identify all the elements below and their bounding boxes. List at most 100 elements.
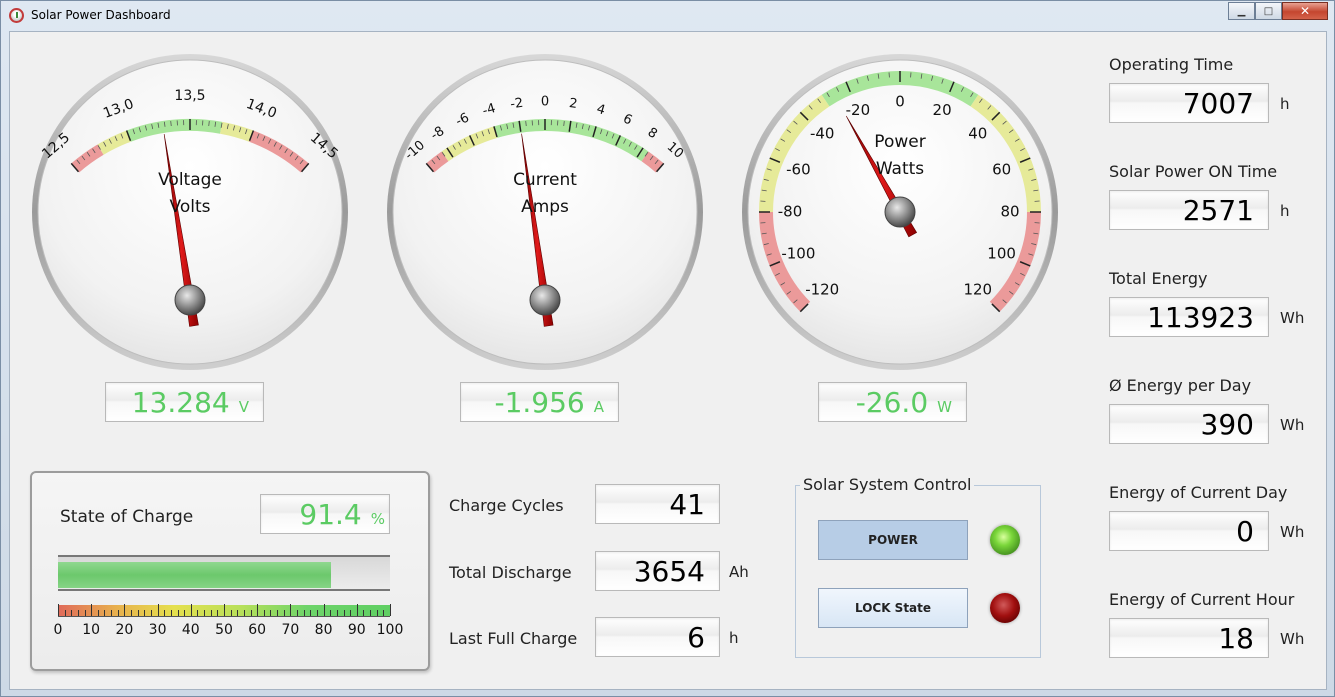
soc-scale-tick	[356, 604, 358, 616]
soc-scale-tick	[197, 610, 199, 616]
last-full-charge-unit: h	[729, 629, 739, 647]
window-controls: ▁ □ ✕	[1228, 2, 1328, 20]
last-full-charge-value: 6	[687, 620, 705, 654]
power-gauge-tick-label-7: 20	[933, 101, 952, 119]
current-value: -1.956	[494, 385, 585, 419]
state-of-charge-value: 91.4	[299, 497, 362, 531]
soc-scale-label: 70	[281, 622, 300, 638]
voltage-gauge-minor-tick-17	[170, 120, 172, 127]
soc-scale-tick	[64, 610, 66, 616]
soc-scale-tick	[58, 604, 59, 616]
total-energy-display: 113923	[1109, 297, 1269, 337]
current-gauge-minor-tick-17	[525, 120, 527, 127]
soc-scale-tick	[84, 610, 86, 616]
soc-scale-label: 10	[82, 622, 101, 638]
soc-scale-tick	[170, 610, 172, 616]
soc-scale-tick	[131, 610, 133, 616]
energy-current-day-value: 0	[1236, 514, 1254, 548]
soc-scale-label: 0	[53, 622, 63, 638]
solar-on-time-display: 2571	[1109, 190, 1269, 230]
solar-on-time-label: Solar Power ON Time	[1109, 162, 1278, 181]
solar-app-icon	[9, 8, 24, 23]
soc-scale-label: 100	[376, 622, 404, 638]
soc-scale-tick	[184, 610, 186, 616]
current-gauge-title: Current	[513, 170, 577, 190]
soc-scale-tick	[263, 610, 265, 616]
energy-current-hour-unit: Wh	[1280, 630, 1305, 648]
title-bar[interactable]: Solar Power Dashboard ▁ □ ✕	[1, 1, 1334, 31]
voltage-unit: V	[238, 398, 249, 416]
soc-scale-tick	[117, 610, 119, 616]
soc-scale-tick	[310, 610, 312, 616]
power-gauge: -120 -100 -80 -60 -40 -20 0 20 40 60 80 100 120	[742, 54, 1058, 370]
soc-scale-tick	[350, 610, 352, 616]
power-display: -26.0 W	[818, 382, 967, 422]
energy-current-hour-label: Energy of Current Hour	[1109, 590, 1295, 609]
state-of-charge-bar	[58, 555, 390, 591]
soc-scale-tick	[124, 604, 126, 616]
soc-scale-label: 30	[148, 622, 167, 638]
last-full-charge-label: Last Full Charge	[449, 629, 578, 648]
voltage-gauge-title: Voltage	[158, 170, 222, 190]
state-of-charge-label: State of Charge	[60, 507, 194, 527]
voltage-value: 13.284	[131, 385, 230, 419]
charge-cycles-label: Charge Cycles	[449, 496, 564, 515]
current-gauge-unit-label: Amps	[521, 197, 569, 217]
state-of-charge-scale	[58, 604, 391, 617]
state-of-charge-display: 91.4 %	[260, 494, 390, 534]
last-full-charge-display: 6	[595, 617, 720, 657]
voltage-display: 13.284 V	[105, 382, 264, 422]
power-gauge-tick-label-9: 60	[992, 160, 1011, 178]
power-gauge-tick-label-6: 0	[895, 93, 905, 111]
solar-system-control-group: Solar System Control POWER LOCK State	[795, 475, 1041, 658]
soc-scale-tick	[323, 604, 325, 616]
charge-cycles-value: 41	[669, 487, 705, 521]
power-gauge-hub	[884, 196, 916, 228]
total-energy-unit: Wh	[1280, 309, 1305, 327]
voltage-gauge-minor-tick-23	[208, 120, 210, 127]
lock-state-button[interactable]: LOCK State	[818, 588, 968, 628]
soc-scale-tick	[237, 610, 239, 616]
minimize-button[interactable]: ▁	[1228, 2, 1255, 20]
state-of-charge-unit: %	[370, 510, 385, 528]
total-discharge-value: 3654	[633, 554, 705, 588]
soc-scale-tick	[157, 604, 159, 616]
energy-current-hour-value: 18	[1218, 621, 1254, 655]
energy-per-day-display: 390	[1109, 404, 1269, 444]
soc-scale-tick	[303, 610, 305, 616]
power-gauge-tick-label-11: 100	[987, 245, 1016, 263]
energy-per-day-unit: Wh	[1280, 416, 1305, 434]
power-button[interactable]: POWER	[818, 520, 968, 560]
soc-scale-tick	[111, 610, 113, 616]
solar-on-time-unit: h	[1280, 202, 1290, 220]
energy-per-day-value: 390	[1200, 407, 1254, 441]
soc-scale-tick	[91, 604, 93, 616]
energy-current-day-label: Energy of Current Day	[1109, 483, 1288, 502]
close-button[interactable]: ✕	[1282, 2, 1328, 20]
soc-scale-label: 40	[181, 622, 200, 638]
maximize-button[interactable]: □	[1255, 2, 1282, 20]
soc-scale-tick	[137, 610, 139, 616]
power-gauge-tick-label-10: 80	[1000, 203, 1019, 221]
soc-scale-tick	[224, 604, 225, 616]
current-gauge-minor-tick-23	[563, 120, 565, 127]
operating-time-unit: h	[1280, 95, 1290, 113]
voltage-gauge-tick-label-2: 13,5	[174, 88, 205, 104]
total-discharge-label: Total Discharge	[449, 563, 572, 582]
power-gauge-tick-label-4: -40	[810, 125, 835, 143]
soc-scale-tick	[71, 610, 73, 616]
power-gauge-tick-label-2: -80	[778, 203, 803, 221]
soc-scale-label: 90	[347, 622, 366, 638]
current-display: -1.956 A	[460, 382, 619, 422]
power-gauge-tick-label-0: -120	[805, 280, 839, 298]
soc-scale-tick	[330, 610, 332, 616]
total-discharge-unit: Ah	[729, 563, 749, 581]
total-energy-label: Total Energy	[1109, 269, 1208, 288]
lock-status-led	[990, 593, 1020, 623]
operating-time-label: Operating Time	[1109, 55, 1234, 74]
power-unit: W	[937, 398, 952, 416]
soc-scale-tick	[277, 610, 279, 616]
soc-scale-tick	[217, 610, 219, 616]
soc-scale-label: 80	[314, 622, 333, 638]
dashboard-client-area: 12,5 13,0 13,5 14,0 14,5 -10 -8 -6 -4 -2 0 2 4 6 8 10 -1…	[9, 31, 1327, 690]
